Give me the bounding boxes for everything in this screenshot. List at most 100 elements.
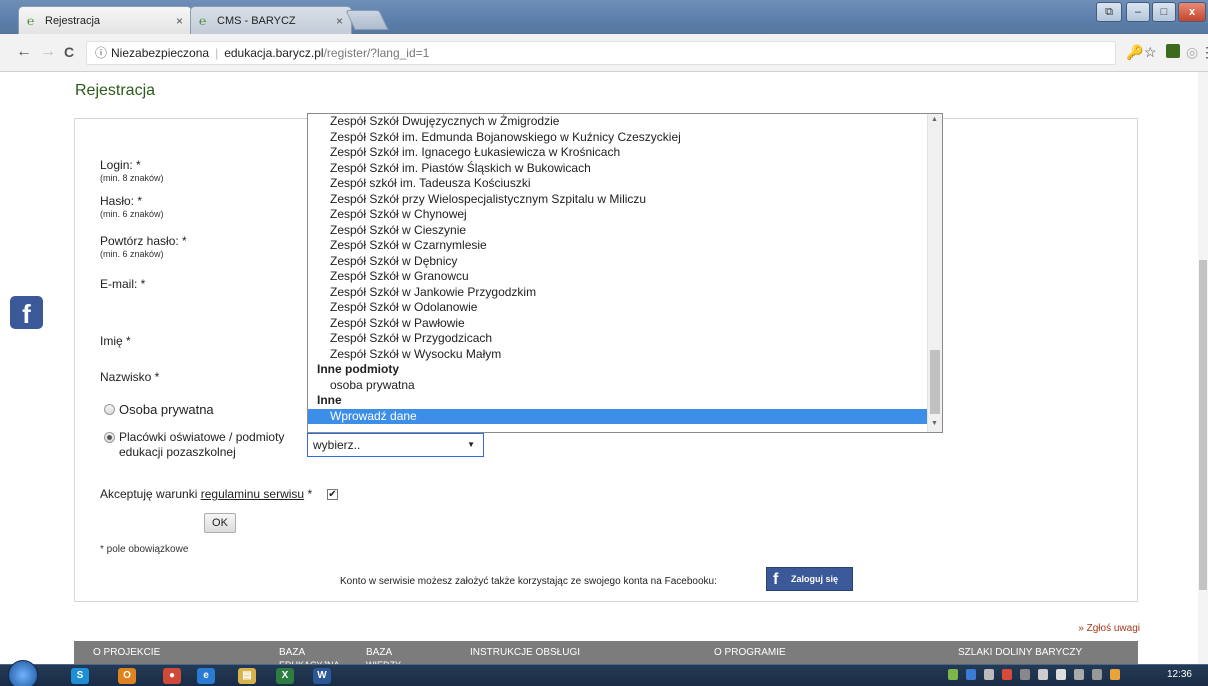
extension-icon-2[interactable]: ◎: [1186, 44, 1198, 60]
facebook-text: Konto w serwisie możesz założyć także ko…: [340, 576, 717, 587]
dropdown-option[interactable]: Zespół Szkół w Jankowie Przygodzkim: [308, 285, 928, 301]
dropdown-option[interactable]: Zespół Szkół w Wysocku Małym: [308, 347, 928, 363]
scroll-down-icon[interactable]: ▼: [931, 420, 938, 427]
excel-icon[interactable]: X: [276, 668, 294, 684]
page-scroll-thumb[interactable]: [1199, 260, 1207, 590]
tray-icon[interactable]: [1110, 669, 1120, 680]
tray-icon[interactable]: [1020, 669, 1030, 680]
tray-icon[interactable]: [966, 669, 976, 680]
url-path: /register/?lang_id=1: [323, 46, 430, 60]
forward-button[interactable]: →: [40, 43, 56, 61]
scroll-up-icon[interactable]: ▲: [931, 116, 938, 123]
dropdown-option[interactable]: Zespół Szkół w Odolanowie: [308, 300, 928, 316]
e-logo-icon: ℮: [199, 14, 207, 28]
chrome-icon[interactable]: ●: [163, 668, 181, 684]
required-note: * pole obowiązkowe: [100, 544, 189, 555]
tab-close-icon[interactable]: ×: [336, 7, 343, 35]
radio-institution[interactable]: [104, 432, 115, 443]
volume-icon[interactable]: [1038, 669, 1048, 680]
dropdown-option[interactable]: Zespół Szkół w Przygodzicach: [308, 331, 928, 347]
browser-tab-bar: ℮ Rejestracja × ℮ CMS - BARYCZ × ⧉ – □ x: [0, 0, 1208, 34]
email-label: E-mail: *: [100, 277, 146, 291]
outlook-icon[interactable]: O: [118, 668, 136, 684]
url-separator: |: [215, 46, 219, 60]
institution-select[interactable]: wybierz.. ▼: [307, 433, 484, 457]
dropdown-option[interactable]: Zespół Szkół im. Ignacego Łukasiewicza w…: [308, 145, 928, 161]
ok-button[interactable]: OK: [204, 513, 236, 533]
footer-nav-item[interactable]: O PROJEKCIE: [93, 647, 160, 658]
select-value: wybierz..: [313, 438, 361, 452]
back-button[interactable]: ←: [16, 43, 32, 61]
ie-icon[interactable]: e: [197, 668, 215, 684]
explorer-icon[interactable]: ▤: [238, 668, 256, 684]
dropdown-option[interactable]: Zespół szkół im. Tadeusza Kościuszki: [308, 176, 928, 192]
browser-address-bar: ← → C ⓘ Niezabezpieczona | edukacja.barycz.…: [0, 34, 1208, 72]
dropdown-option[interactable]: Zespół Szkół w Chynowej: [308, 207, 928, 223]
maximize-window-button[interactable]: □: [1152, 2, 1176, 22]
start-button[interactable]: [8, 660, 38, 686]
facebook-icon[interactable]: f: [10, 296, 43, 329]
key-icon[interactable]: 🔑: [1126, 44, 1143, 60]
word-icon[interactable]: W: [313, 668, 331, 684]
footer-nav-item[interactable]: SZLAKI DOLINY BARYCZY: [958, 647, 1082, 658]
dropdown-option[interactable]: Zespół Szkół w Cieszynie: [308, 223, 928, 239]
dropdown-scroll-thumb[interactable]: [930, 350, 940, 414]
menu-icon[interactable]: ⋮: [1200, 44, 1208, 60]
dropdown-option[interactable]: Zespół Szkół w Czarnymlesie: [308, 238, 928, 254]
tab-close-icon[interactable]: ×: [176, 7, 183, 35]
page-scrollbar[interactable]: [1198, 72, 1208, 664]
taskbar-clock[interactable]: 12:36: [1167, 669, 1192, 680]
report-feedback-link[interactable]: » Zgłoś uwagi: [1078, 623, 1140, 634]
e-logo-icon: ℮: [27, 14, 35, 28]
radio-private-person[interactable]: [104, 404, 115, 415]
dropdown-option[interactable]: Zespół Szkół przy Wielospecjalistycznym …: [308, 192, 928, 208]
facebook-login-button[interactable]: f Zaloguj się: [766, 567, 853, 591]
dropdown-option[interactable]: Zespół Szkół im. Edmunda Bojanowskiego w…: [308, 130, 928, 146]
radio-private-label: Osoba prywatna: [119, 402, 214, 417]
tray-icon[interactable]: [1074, 669, 1084, 680]
minimize-window-button[interactable]: –: [1126, 2, 1150, 22]
footer-nav-item[interactable]: INSTRUKCJE OBSŁUGI: [470, 647, 580, 658]
firstname-label: Imię *: [100, 334, 131, 348]
dropdown-scrollbar[interactable]: ▲ ▼: [927, 114, 942, 432]
footer-nav-item[interactable]: O PROGRAMIE: [714, 647, 786, 658]
institution-dropdown-list[interactable]: Zespół Szkół Dwujęzycznych w Żmigrodzie Z…: [307, 113, 943, 433]
terms-link[interactable]: regulaminu serwisu: [201, 487, 304, 501]
dropdown-group-label: Inne: [317, 393, 342, 407]
dropdown-group-label: Inne podmioty: [317, 362, 399, 376]
radio-institution-label-1: Placówki oświatowe / podmioty: [119, 430, 285, 444]
tab-cms-barycz[interactable]: ℮ CMS - BARYCZ ×: [190, 6, 352, 34]
skype-icon[interactable]: S: [71, 668, 89, 684]
dropdown-option[interactable]: Zespół Szkół Dwujęzycznych w Żmigrodzie: [308, 114, 928, 130]
tab-rejestracja[interactable]: ℮ Rejestracja ×: [18, 6, 192, 34]
reload-button[interactable]: C: [64, 43, 74, 61]
url-input[interactable]: ⓘ Niezabezpieczona | edukacja.barycz.pl/reg…: [86, 41, 1116, 65]
dropdown-option[interactable]: Zespół Szkół w Granowcu: [308, 269, 928, 285]
security-label: Niezabezpieczona: [111, 46, 210, 60]
dropdown-option[interactable]: Zespół Szkół w Pawłowie: [308, 316, 928, 332]
network-icon[interactable]: [1002, 669, 1012, 680]
url-host: edukacja.barycz.pl: [224, 46, 324, 60]
facebook-icon: f: [773, 571, 779, 588]
bookmark-star-icon[interactable]: ☆: [1144, 44, 1157, 60]
signal-icon[interactable]: [1056, 669, 1066, 680]
dropdown-option[interactable]: Wprowadź dane: [308, 408, 928, 424]
radio-institution-label-2: edukacji pozaszkolnej: [119, 445, 236, 459]
close-window-button[interactable]: x: [1178, 2, 1206, 22]
restore-window-button[interactable]: ⧉: [1096, 2, 1122, 22]
info-icon[interactable]: ⓘ: [95, 46, 107, 60]
terms-suffix: *: [304, 487, 313, 501]
dropdown-option[interactable]: osoba prywatna: [308, 378, 928, 394]
dropdown-option[interactable]: Zespół Szkół w Dębnicy: [308, 254, 928, 270]
tray-icon[interactable]: [1092, 669, 1102, 680]
bluetooth-icon[interactable]: [984, 669, 994, 680]
footer-nav-item[interactable]: BAZA: [366, 647, 392, 658]
tray-icon[interactable]: [948, 669, 958, 680]
terms-text: Akceptuję warunki regulaminu serwisu *: [100, 487, 312, 501]
dropdown-option[interactable]: Zespół Szkół im. Piastów Śląskich w Buko…: [308, 161, 928, 177]
footer-nav-item[interactable]: BAZA: [279, 647, 305, 658]
facebook-login-label: Zaloguj się: [791, 574, 839, 584]
repeat-password-label: Powtórz hasło: *: [100, 234, 187, 248]
extension-icon[interactable]: [1166, 44, 1180, 58]
terms-checkbox[interactable]: ✔: [327, 489, 338, 500]
